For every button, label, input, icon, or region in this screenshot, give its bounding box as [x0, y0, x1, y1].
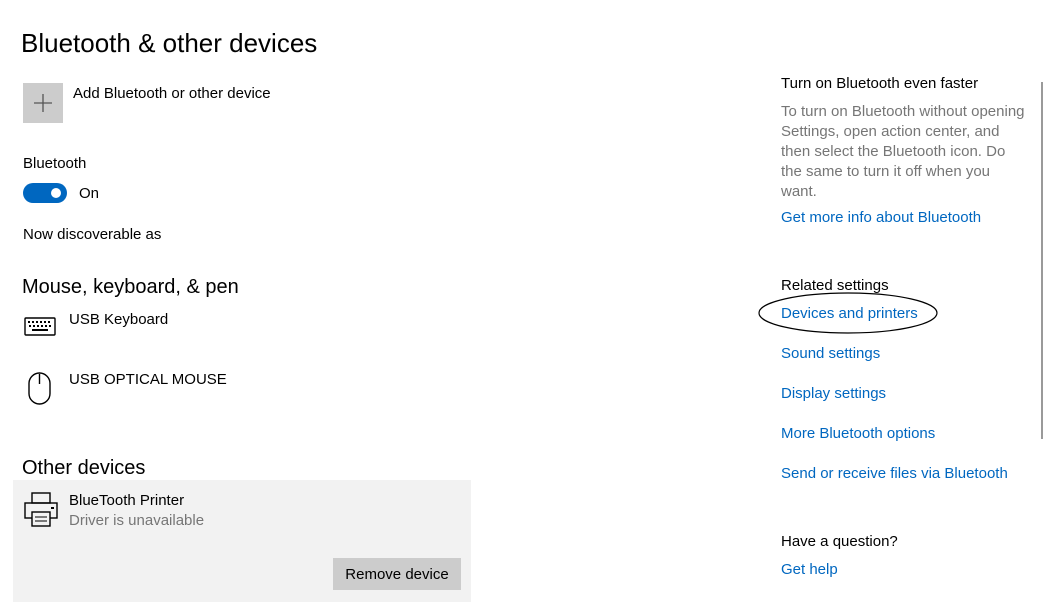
display-settings-link[interactable]: Display settings	[781, 385, 886, 402]
discoverable-text: Now discoverable as	[23, 226, 162, 243]
add-device-label[interactable]: Add Bluetooth or other device	[73, 85, 271, 102]
page-title: Bluetooth & other devices	[21, 28, 318, 58]
scrollbar[interactable]	[1041, 82, 1043, 439]
add-device-button[interactable]	[23, 83, 63, 123]
bluetooth-toggle[interactable]	[23, 183, 67, 203]
bluetooth-info-link[interactable]: Get more info about Bluetooth	[781, 209, 981, 226]
more-bluetooth-options-link[interactable]: More Bluetooth options	[781, 425, 935, 442]
printer-icon	[24, 492, 58, 533]
sound-settings-link[interactable]: Sound settings	[781, 345, 880, 362]
remove-device-button[interactable]: Remove device	[333, 558, 461, 590]
bluetooth-toggle-state: On	[79, 185, 100, 202]
mouse-icon	[27, 372, 53, 411]
device-name-printer: BlueTooth Printer	[69, 492, 185, 509]
plus-icon	[34, 94, 52, 112]
bluetooth-label: Bluetooth	[23, 155, 87, 172]
get-help-link[interactable]: Get help	[781, 561, 838, 578]
devices-and-printers-link[interactable]: Devices and printers	[781, 305, 918, 322]
faster-description: To turn on Bluetooth without opening Set…	[781, 103, 1025, 200]
question-heading: Have a question?	[781, 533, 898, 550]
device-name-mouse[interactable]: USB OPTICAL MOUSE	[69, 371, 227, 388]
section-title-other-devices: Other devices	[22, 457, 146, 479]
device-name-keyboard[interactable]: USB Keyboard	[69, 311, 168, 328]
section-title-mouse-keyboard-pen: Mouse, keyboard, & pen	[22, 276, 239, 298]
keyboard-icon	[24, 317, 56, 342]
device-status-printer: Driver is unavailable	[69, 512, 205, 529]
send-receive-files-link[interactable]: Send or receive files via Bluetooth	[781, 465, 1008, 482]
toggle-knob	[51, 188, 61, 198]
faster-heading: Turn on Bluetooth even faster	[781, 75, 979, 92]
